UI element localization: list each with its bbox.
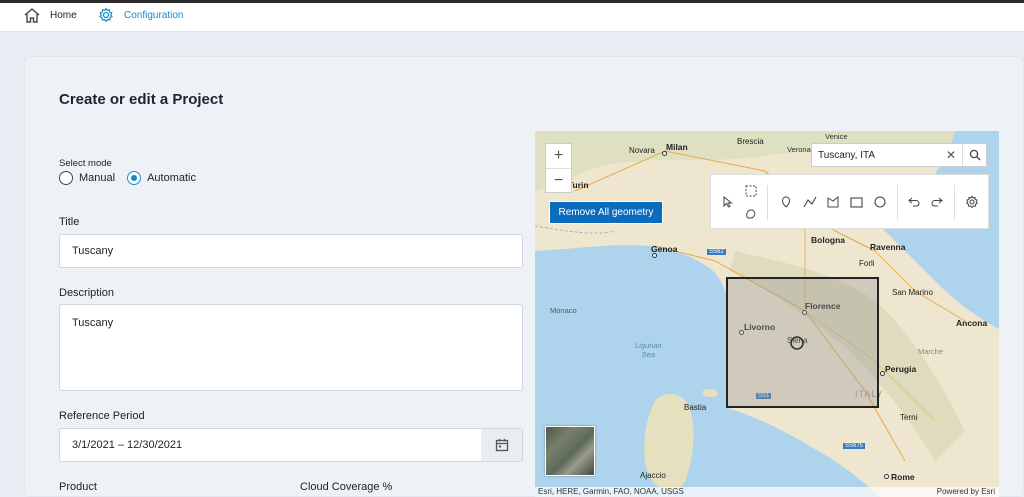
select-pointer-tool[interactable] [720,194,736,210]
map-label-ss675: SS675 [843,443,866,449]
undo-icon [908,197,920,207]
lasso-icon [746,209,756,219]
sketch-settings-button[interactable] [964,194,980,210]
map-label-bologna: Bologna [811,235,845,245]
reference-period-input[interactable]: 3/1/2021 – 12/30/2021 [59,428,482,462]
map-dot-genoa [652,253,657,258]
mode-manual-radio[interactable] [59,171,73,185]
rectangle-icon [849,196,863,208]
mode-automatic-radio[interactable] [127,171,142,185]
select-mode-label: Select mode [59,158,112,169]
rectangle-select-tool[interactable] [743,183,759,199]
mode-automatic-label: Automatic [147,172,196,184]
nav-config-label: Configuration [124,9,184,21]
map-dot-rome [884,474,889,479]
map-attribution-left: Esri, HERE, Garmin, FAO, NOAA, USGS [538,487,684,496]
polygon-icon [827,196,839,208]
map-attribution: Esri, HERE, Garmin, FAO, NOAA, USGS Powe… [535,487,999,497]
calendar-icon [495,439,508,452]
map-label-ravenna: Ravenna [870,242,906,252]
polyline-icon [803,196,817,208]
calendar-button[interactable] [481,428,523,462]
map-label-forli: Forli [859,259,875,268]
nav-home[interactable]: Home [24,3,77,27]
gear-icon [99,7,113,23]
cloud-coverage-label: Cloud Coverage % [300,481,393,493]
redo-button[interactable] [929,194,945,210]
basemap-toggle[interactable] [545,426,595,476]
map-label-ancona: Ancona [956,318,988,328]
map-label-bastia: Bastia [684,403,707,412]
polyline-tool[interactable] [802,194,818,210]
lasso-select-tool[interactable] [743,206,759,222]
zoom-control: + − [545,143,572,193]
map-label-monaco: Monaco [550,306,577,315]
remove-all-geometry-button[interactable]: Remove All geometry [549,201,663,224]
mode-automatic-option[interactable]: Automatic [127,171,196,185]
description-textarea-value: Tuscany [72,317,114,329]
zoom-out-button[interactable]: − [546,168,571,192]
map-dot-perugia [880,371,885,376]
search-button[interactable] [962,144,986,166]
nav-home-label: Home [50,9,77,21]
reference-period-value: 3/1/2021 – 12/30/2021 [72,439,183,451]
map-label-terni: Terni [900,413,918,422]
map-dot-milan [662,151,667,156]
map-search-value[interactable]: Tuscany, ITA [812,150,940,161]
search-icon [969,149,980,161]
top-navbar: Home Configuration [0,3,1024,32]
map-label-venice: Venice [825,132,848,141]
map-label-san-marino: San Marino [892,288,933,297]
toolbar-separator [897,185,898,220]
reference-period-label: Reference Period [59,410,145,422]
title-label: Title [59,216,80,228]
polygon-tool[interactable] [825,194,841,210]
circle-tool[interactable] [872,194,888,210]
map-search-box[interactable]: Tuscany, ITA ✕ [811,143,987,167]
mode-manual-label: Manual [79,172,116,184]
sketch-toolbar [710,174,989,229]
toolbar-separator [954,185,955,220]
map-label-ligurian-sea: Ligurian Sea [635,341,662,359]
map-label-ajaccio: Ajaccio [640,471,666,480]
mode-radio-group: Manual Automatic [59,171,208,185]
aoi-center-handle[interactable] [789,335,805,351]
map-label-brescia: Brescia [737,137,764,146]
map-label-ss62: SS62 [707,249,726,255]
product-label: Product [59,481,97,493]
mode-manual-option[interactable]: Manual [59,171,115,185]
rectangle-select-icon [745,185,757,197]
point-tool[interactable] [778,194,794,210]
home-icon [24,7,40,23]
undo-button[interactable] [906,194,922,210]
rectangle-tool[interactable] [848,194,864,210]
toolbar-separator [767,185,768,220]
map-label-perugia: Perugia [885,364,917,374]
map-label-rome: Rome [891,472,915,482]
map-attribution-right: Powered by Esri [936,487,995,496]
map-label-milan: Milan [666,142,688,152]
map-label-novara: Novara [629,146,655,155]
description-textarea[interactable]: Tuscany [59,304,523,391]
map-label-marche: Marche [918,347,944,356]
pointer-icon [723,196,733,208]
zoom-in-button[interactable]: + [546,144,571,168]
area-of-interest-rectangle[interactable] [726,277,879,408]
point-icon [781,196,791,208]
circle-icon [874,196,886,208]
title-input[interactable]: Tuscany [59,234,523,268]
map-label-verona: Verona [787,145,811,154]
nav-configuration[interactable]: Configuration [98,3,183,27]
redo-icon [931,197,943,207]
title-input-value: Tuscany [72,245,114,257]
page-title: Create or edit a Project [59,91,224,108]
close-icon[interactable]: ✕ [940,148,962,162]
description-label: Description [59,287,115,299]
gear-icon [966,195,978,209]
